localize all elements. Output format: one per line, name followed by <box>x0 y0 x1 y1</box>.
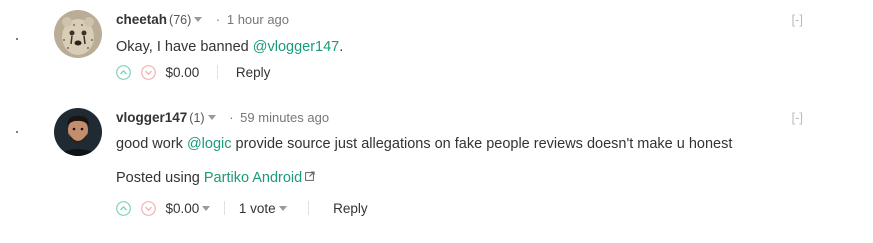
bullet-dot-1 <box>16 38 18 40</box>
external-link-icon[interactable] <box>305 167 315 187</box>
bullet-dot-2 <box>16 131 18 133</box>
comment-meta: vlogger147 (1) · 59 minutes ago [-] <box>116 108 803 128</box>
comment-timestamp[interactable]: 59 minutes ago <box>240 110 329 125</box>
posted-using-line: Posted using Partiko Android <box>116 168 803 188</box>
comment-text-suffix: . <box>339 39 344 55</box>
cheetah-avatar-icon <box>54 10 102 58</box>
comment-text: good work @logic provide source just all… <box>116 134 803 154</box>
downvote-chevron-down-icon <box>140 65 156 80</box>
meta-separator: · <box>229 110 234 125</box>
user-mention-link[interactable]: @vlogger147 <box>253 39 339 55</box>
comment-text-prefix: good work <box>116 136 187 152</box>
comment-timestamp[interactable]: 1 hour ago <box>227 12 289 27</box>
payout-value[interactable]: $0.00 <box>166 201 200 216</box>
avatar[interactable] <box>54 10 102 58</box>
author-name[interactable]: cheetah <box>116 12 167 27</box>
downvote-button[interactable] <box>140 201 156 216</box>
reply-button[interactable]: Reply <box>236 65 271 80</box>
author-name[interactable]: vlogger147 <box>116 110 187 125</box>
upvote-button[interactable] <box>116 201 131 216</box>
comment-body: cheetah (76) · 1 hour ago [-] Okay, I hav… <box>116 10 803 84</box>
upvote-button[interactable] <box>116 65 131 80</box>
posted-using-prefix: Posted using <box>116 170 204 186</box>
upvote-chevron-up-icon <box>116 65 131 80</box>
reply-button[interactable]: Reply <box>333 201 368 216</box>
author-menu-chevron-down-icon[interactable] <box>194 17 203 23</box>
comments-page: cheetah (76) · 1 hour ago [-] Okay, I hav… <box>0 0 873 243</box>
payout-value[interactable]: $0.00 <box>166 65 200 80</box>
comment-text-prefix: Okay, I have banned <box>116 39 253 55</box>
payout-chevron-down-icon[interactable] <box>202 205 211 211</box>
comment-actions: $0.00 Reply <box>116 62 803 84</box>
comment-actions: $0.00 1 vote Reply <box>116 198 803 220</box>
upvote-chevron-up-icon <box>116 201 131 216</box>
votes-chevron-down-icon[interactable] <box>278 205 287 211</box>
comment-body: vlogger147 (1) · 59 minutes ago [-] good … <box>116 108 803 220</box>
meta-separator: · <box>215 12 221 27</box>
collapse-toggle[interactable]: [-] <box>791 10 803 30</box>
action-divider <box>217 65 219 80</box>
avatar[interactable] <box>54 108 102 156</box>
user-mention-link[interactable]: @logic <box>187 136 232 152</box>
action-divider <box>224 201 226 216</box>
author-reputation: (76) <box>169 13 192 27</box>
app-link[interactable]: Partiko Android <box>204 170 302 186</box>
author-reputation: (1) <box>189 111 205 125</box>
action-divider <box>308 201 310 216</box>
author-menu-chevron-down-icon[interactable] <box>207 115 216 121</box>
comment-meta: cheetah (76) · 1 hour ago [-] <box>116 10 803 30</box>
comment-text-suffix: provide source just allegations on fake … <box>231 136 733 152</box>
comment-vlogger147: vlogger147 (1) · 59 minutes ago [-] good … <box>54 108 803 238</box>
user-avatar-icon <box>54 108 102 156</box>
comment-cheetah: cheetah (76) · 1 hour ago [-] Okay, I hav… <box>54 10 803 90</box>
downvote-button[interactable] <box>140 65 156 80</box>
comment-text: Okay, I have banned @vlogger147. <box>116 37 803 57</box>
collapse-toggle[interactable]: [-] <box>791 108 803 128</box>
votes-count[interactable]: 1 vote <box>239 201 276 216</box>
downvote-chevron-down-icon <box>140 201 156 216</box>
